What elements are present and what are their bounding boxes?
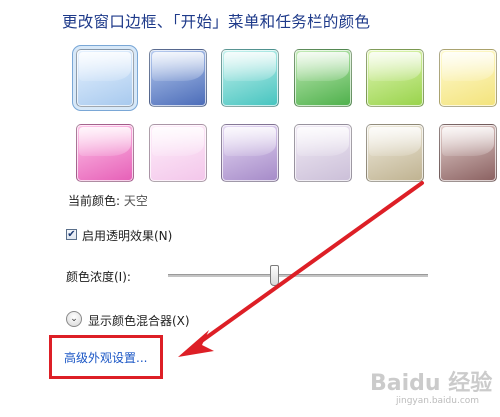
red-arrow-icon [178, 181, 424, 357]
watermark-url: jingyan.baidu.com [396, 396, 480, 406]
